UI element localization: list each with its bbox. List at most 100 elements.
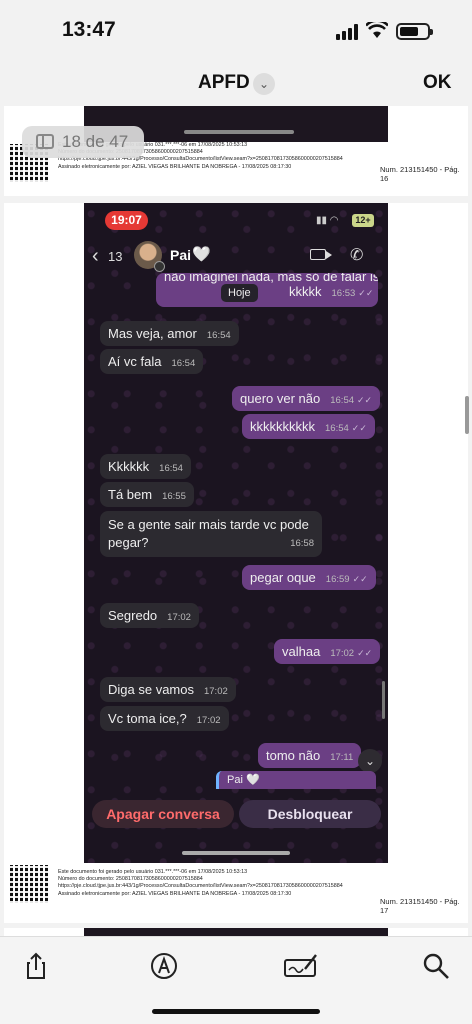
message-time: 16:54 [325, 423, 349, 434]
page-indicator-label: 18 de 47 [62, 132, 129, 151]
ok-button[interactable]: OK [423, 72, 452, 94]
delete-chat-button: Apagar conversa [92, 800, 234, 828]
chat-header: ‹ 13 Pai 🤍 ✆ [84, 239, 388, 277]
page-indicator[interactable]: 18 de 47 [22, 126, 144, 158]
signature-icon[interactable] [283, 951, 319, 981]
message-bubble: pegar oque 16:59 ✓✓ [242, 565, 376, 590]
battery-icon [396, 23, 433, 40]
message-text: tomo não [266, 748, 321, 763]
message-bubble: Kkkkkk 16:54 [100, 454, 191, 479]
read-ticks-icon: ✓✓ [351, 423, 367, 433]
nav-bar: APFD ⌄ OK [0, 62, 472, 106]
unread-count: 13 [108, 249, 123, 264]
message-text: kkkkk [289, 284, 322, 299]
qr-code [10, 865, 48, 903]
read-ticks-icon: ✓✓ [357, 395, 373, 405]
reply-preview: Pai 🤍 [216, 771, 376, 789]
chat-screenshot: 19:07 ▮▮ ◠ 12+ ‹ 13 Pai 🤍 ✆ não imaginei… [84, 203, 388, 863]
message-text: Diga se vamos [108, 682, 194, 697]
message-time: 16:58 [290, 538, 314, 549]
message-text: não imaginei nada, mas só de falar isso … [164, 273, 378, 284]
message-bubble: Vc toma ice,? 17:02 [100, 706, 229, 731]
heart-emoji: 🤍 [192, 246, 211, 263]
message-bubble: Segredo 17:02 [100, 603, 199, 628]
footer-line: Assinado eletronicamente por: AZIEL VIEG… [58, 890, 292, 897]
message-bubble: tomo não 17:11 [258, 743, 362, 768]
date-chip: Hoje [221, 284, 258, 302]
message-time: 16:54 [206, 330, 231, 341]
message-time: 16:53 [331, 288, 356, 299]
message-bubble: quero ver não 16:54 ✓✓ [232, 386, 381, 411]
message-time: 17:02 [167, 612, 191, 623]
document-title[interactable]: APFD [198, 72, 250, 94]
footer-line: Assinado eletronicamente por: AZIEL VIEG… [58, 163, 292, 170]
document-footer: Este documento foi gerado pelo usuário 0… [58, 869, 343, 898]
message-text: Segredo [108, 608, 158, 623]
message-bubble: Tá bem 16:55 [100, 482, 194, 507]
message-bubble: não imaginei nada, mas só de falar isso … [156, 273, 378, 307]
pdf-page-current: 19:07 ▮▮ ◠ 12+ ‹ 13 Pai 🤍 ✆ não imaginei… [4, 203, 468, 923]
video-call-icon [310, 249, 332, 260]
message-time: 17:11 [330, 752, 354, 763]
home-indicator [184, 130, 294, 134]
message-time: 17:02 [330, 648, 355, 659]
wifi-icon [366, 22, 388, 38]
message-text: Aí vc fala [108, 354, 162, 369]
message-time: 16:59 [325, 574, 350, 585]
share-icon[interactable] [21, 951, 51, 981]
read-ticks-icon: ✓✓ [357, 648, 373, 658]
phone-call-icon: ✆ [350, 247, 364, 264]
read-ticks-icon: ✓✓ [352, 574, 368, 584]
read-ticks-icon: ✓✓ [358, 288, 374, 298]
phone-battery: 12+ [352, 214, 374, 227]
chat-scrollbar [382, 681, 385, 719]
message-text: pegar oque [250, 570, 316, 585]
page-number: Num. 213151450 - Pág. 17 [380, 897, 460, 915]
message-bubble: kkkkkkkkkk 16:54 ✓✓ [242, 414, 375, 439]
message-bubble: Se a gente sair mais tarde vc pode pegar… [100, 511, 322, 557]
home-indicator [152, 1009, 320, 1014]
message-time: 16:55 [162, 491, 186, 502]
search-icon[interactable] [421, 951, 451, 981]
status-bar: 13:47 [0, 0, 472, 62]
message-bubble: Diga se vamos 17:02 [100, 677, 236, 702]
back-chevron-icon: ‹ [92, 245, 99, 267]
status-time: 13:47 [62, 18, 116, 41]
message-text: valhaa [282, 644, 321, 659]
cellular-signal-icon [336, 24, 358, 40]
contact-name: Pai [170, 247, 192, 263]
screenshot-top-strip [84, 928, 388, 936]
scroll-down-icon: ⌄ [358, 749, 382, 773]
message-text: quero ver não [240, 391, 321, 406]
message-text: kkkkkkkkkk [250, 419, 315, 434]
pdf-page-next [4, 928, 468, 936]
message-bubble: Mas veja, amor 16:54 [100, 321, 239, 346]
page-number: Num. 213151450 - Pág. 16 [380, 165, 460, 183]
document-scrollbar[interactable] [465, 396, 469, 434]
footer-line: Número do documento: 2508170817305860000… [58, 876, 203, 883]
message-bubble: valhaa 17:02 ✓✓ [274, 639, 381, 664]
phone-signal-icon: ▮▮ ◠ [316, 215, 339, 226]
home-indicator [182, 851, 290, 855]
reply-preview-label: Pai 🤍 [227, 774, 260, 786]
message-text: Mas veja, amor [108, 326, 197, 341]
message-time: 16:54 [159, 463, 183, 474]
chevron-down-icon[interactable]: ⌄ [253, 73, 275, 95]
message-bubble: Aí vc fala 16:54 [100, 349, 204, 374]
markup-pen-icon[interactable] [149, 951, 179, 981]
message-text: Vc toma ice,? [108, 711, 187, 726]
status-icon [154, 261, 165, 272]
message-text: Se a gente sair mais tarde vc pode pegar… [108, 517, 309, 550]
footer-line: Este documento foi gerado pelo usuário 0… [58, 869, 248, 875]
message-time: 17:02 [203, 686, 228, 697]
message-time: 16:54 [171, 358, 196, 369]
unblock-button: Desbloquear [239, 800, 381, 828]
message-text: Tá bem [108, 487, 153, 502]
sidebar-icon [36, 134, 54, 149]
footer-line: https://pje.cloud.tjpe.jus.br:443/1g/Pro… [58, 883, 343, 890]
bottom-toolbar [0, 936, 472, 1024]
message-time: 17:02 [196, 715, 221, 726]
message-time: 16:54 [330, 395, 355, 406]
phone-time: 19:07 [105, 211, 148, 230]
message-text: Kkkkkk [108, 459, 150, 474]
